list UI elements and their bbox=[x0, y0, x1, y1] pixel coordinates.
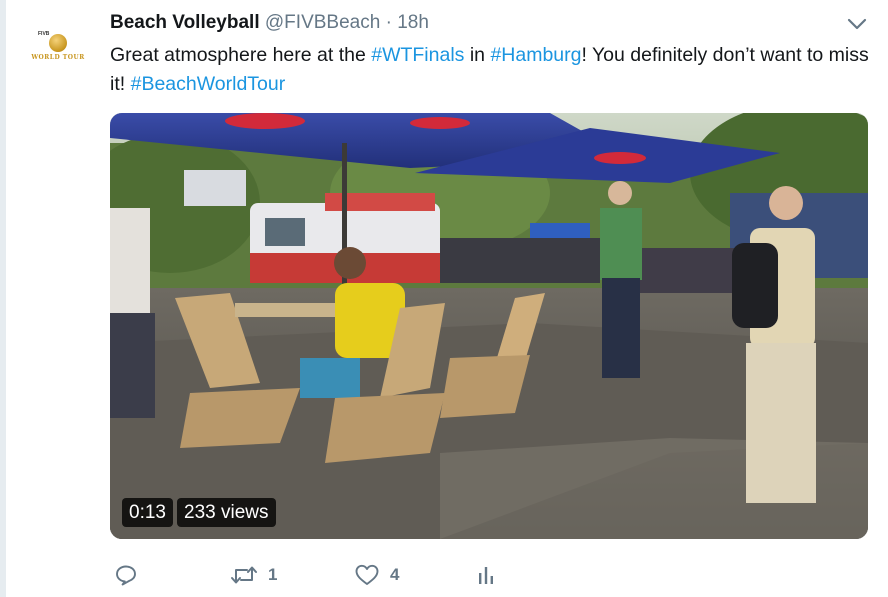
author-name[interactable]: Beach Volleyball bbox=[110, 12, 260, 33]
video-duration-badge: 0:13 bbox=[122, 498, 173, 527]
author-handle[interactable]: @FIVBBeach bbox=[265, 12, 380, 33]
video-views-badge: 233 views bbox=[177, 498, 276, 527]
hashtag-hamburg[interactable]: #Hamburg bbox=[490, 44, 581, 66]
chevron-down-icon[interactable] bbox=[846, 13, 868, 35]
avatar-logo-top: FIVB bbox=[38, 31, 50, 37]
tweet-text-part: in bbox=[464, 44, 491, 66]
header-separator: · bbox=[385, 12, 392, 33]
like-button[interactable]: 4 bbox=[354, 560, 399, 590]
avatar[interactable]: FIVB WORLD TOUR bbox=[24, 22, 92, 72]
heart-icon bbox=[354, 563, 380, 587]
tweet-actions: 1 4 bbox=[110, 560, 710, 592]
tweet-header: Beach Volleyball @FIVBBeach · 18h bbox=[110, 11, 429, 35]
tweet-text: Great atmosphere here at the #WTFinals i… bbox=[110, 41, 870, 98]
hashtag-wtfinals[interactable]: #WTFinals bbox=[371, 44, 464, 66]
like-count: 4 bbox=[390, 565, 400, 584]
tweet-timestamp[interactable]: 18h bbox=[397, 12, 429, 33]
analytics-icon bbox=[476, 563, 496, 587]
hashtag-beachworldtour[interactable]: #BeachWorldTour bbox=[131, 73, 286, 95]
reply-icon bbox=[114, 563, 138, 587]
tweet[interactable]: FIVB WORLD TOUR Beach Volleyball @FIVBBe… bbox=[0, 0, 888, 597]
volleyball-logo-icon bbox=[49, 33, 67, 52]
video-player[interactable] bbox=[110, 113, 868, 539]
retweet-button[interactable]: 1 bbox=[230, 560, 277, 590]
retweet-count: 1 bbox=[268, 565, 278, 584]
tweet-text-part: Great atmosphere here at the bbox=[110, 44, 372, 66]
avatar-logo-bottom: WORLD TOUR bbox=[31, 53, 85, 61]
retweet-icon bbox=[230, 563, 258, 587]
reply-button[interactable] bbox=[114, 560, 148, 590]
video-frame-image bbox=[110, 113, 868, 539]
analytics-button[interactable] bbox=[476, 560, 496, 590]
